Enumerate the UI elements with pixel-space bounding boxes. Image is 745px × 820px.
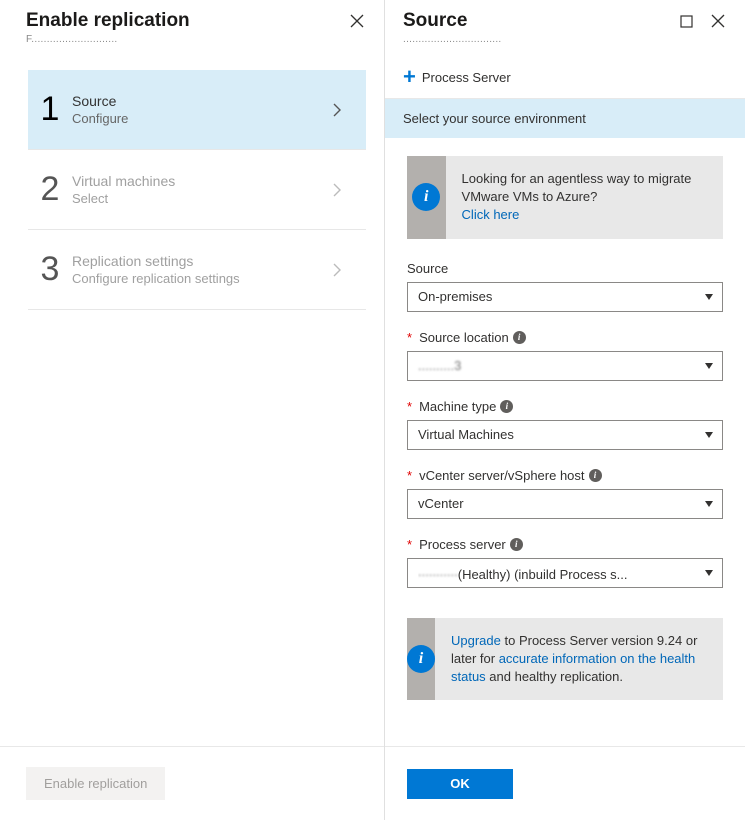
- right-panel-title: Source: [403, 10, 502, 32]
- right-footer: OK: [385, 746, 745, 820]
- field-vcenter: * vCenter server/vSphere host i vCenter: [407, 468, 723, 519]
- left-footer: Enable replication: [0, 746, 384, 820]
- upgrade-link[interactable]: Upgrade: [451, 633, 501, 648]
- select-machine-type-value: Virtual Machines: [418, 427, 514, 442]
- field-process-server: * Process server i ...........(Healthy) …: [407, 537, 723, 588]
- chevron-right-icon: [332, 102, 356, 118]
- required-asterisk: *: [407, 399, 412, 414]
- wizard-steps: 1 Source Configure 2 Virtual machines Se…: [0, 56, 384, 310]
- select-source-location-value: ..........3: [418, 358, 461, 373]
- required-asterisk: *: [407, 468, 412, 483]
- left-panel-title: Enable replication: [26, 10, 190, 32]
- maximize-icon[interactable]: [677, 12, 695, 30]
- step-subtitle: Configure: [72, 111, 332, 126]
- chevron-right-icon: [332, 262, 356, 278]
- right-panel-subtitle: ................................: [403, 34, 502, 45]
- info-tooltip-icon[interactable]: i: [510, 538, 523, 551]
- select-source-location[interactable]: ..........3: [407, 351, 723, 381]
- field-label-source-location: * Source location i: [407, 330, 723, 345]
- step-number: 1: [28, 90, 72, 129]
- field-label-process-server: * Process server i: [407, 537, 723, 552]
- select-vcenter-value: vCenter: [418, 496, 464, 511]
- info-icon: i: [412, 183, 440, 211]
- step-subtitle: Select: [72, 191, 332, 206]
- select-process-server-value: ...........(Healthy) (inbuild Process s.…: [418, 564, 628, 582]
- wizard-step-virtual-machines[interactable]: 2 Virtual machines Select: [28, 150, 366, 230]
- info-icon: i: [407, 645, 435, 673]
- select-source-value: On-premises: [418, 289, 492, 304]
- left-panel-header: Enable replication F....................…: [0, 0, 384, 56]
- field-source: Source On-premises: [407, 261, 723, 312]
- select-process-server[interactable]: ...........(Healthy) (inbuild Process s.…: [407, 558, 723, 588]
- chevron-right-icon: [332, 182, 356, 198]
- info-text: Looking for an agentless way to migrate …: [462, 171, 692, 204]
- step-title: Replication settings: [72, 253, 332, 269]
- step-number: 3: [28, 250, 72, 289]
- info-upgrade-text: Upgrade to Process Server version 9.24 o…: [435, 618, 723, 701]
- select-source[interactable]: On-premises: [407, 282, 723, 312]
- info-icon-container: i: [407, 156, 446, 239]
- info-box-agentless: i Looking for an agentless way to migrat…: [407, 156, 723, 239]
- wizard-step-source[interactable]: 1 Source Configure: [28, 70, 366, 150]
- required-asterisk: *: [407, 330, 412, 345]
- step-title: Virtual machines: [72, 173, 332, 189]
- select-vcenter[interactable]: vCenter: [407, 489, 723, 519]
- add-process-server-label: Process Server: [422, 70, 511, 85]
- info-tooltip-icon[interactable]: i: [500, 400, 513, 413]
- right-panel-header: Source ................................: [385, 0, 745, 56]
- source-banner: Select your source environment: [385, 99, 745, 138]
- required-asterisk: *: [407, 537, 412, 552]
- close-icon[interactable]: [348, 12, 366, 30]
- info-icon-container: i: [407, 618, 435, 701]
- info-tooltip-icon[interactable]: i: [513, 331, 526, 344]
- step-subtitle: Configure replication settings: [72, 271, 332, 286]
- enable-replication-button[interactable]: Enable replication: [26, 767, 165, 800]
- wizard-step-replication-settings[interactable]: 3 Replication settings Configure replica…: [28, 230, 366, 310]
- info-link-click-here[interactable]: Click here: [462, 207, 520, 222]
- close-icon[interactable]: [709, 12, 727, 30]
- info-tooltip-icon[interactable]: i: [589, 469, 602, 482]
- info-box-upgrade: i Upgrade to Process Server version 9.24…: [407, 618, 723, 701]
- step-title: Source: [72, 93, 332, 109]
- form-scroll-area[interactable]: i Looking for an agentless way to migrat…: [385, 138, 745, 746]
- ok-button[interactable]: OK: [407, 769, 513, 799]
- left-panel-subtitle: F............................: [26, 34, 190, 45]
- field-source-location: * Source location i ..........3: [407, 330, 723, 381]
- field-label-source: Source: [407, 261, 723, 276]
- select-machine-type[interactable]: Virtual Machines: [407, 420, 723, 450]
- add-process-server-button[interactable]: + Process Server: [385, 56, 745, 99]
- field-machine-type: * Machine type i Virtual Machines: [407, 399, 723, 450]
- field-label-vcenter: * vCenter server/vSphere host i: [407, 468, 723, 483]
- step-number: 2: [28, 170, 72, 209]
- field-label-machine-type: * Machine type i: [407, 399, 723, 414]
- plus-icon: +: [403, 66, 416, 88]
